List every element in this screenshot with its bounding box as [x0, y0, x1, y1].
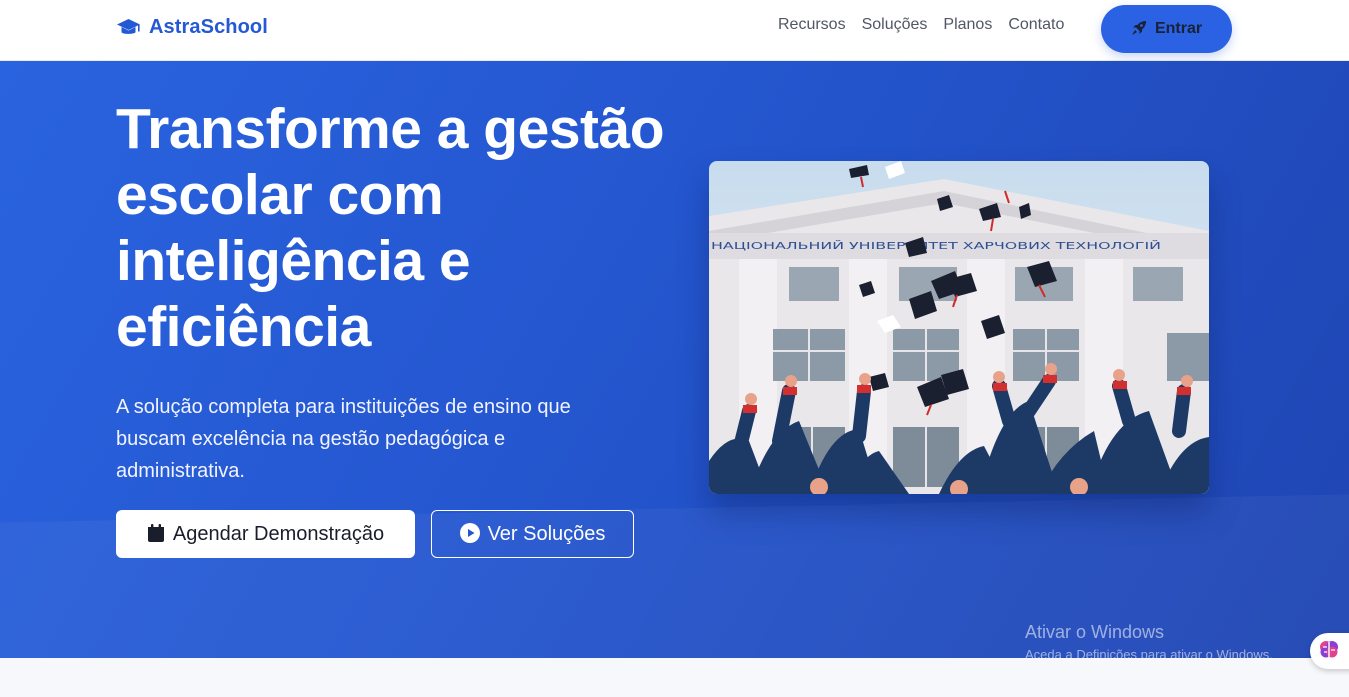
top-navbar: AstraSchool Recursos Soluções Planos Con… — [0, 0, 1349, 61]
schedule-demo-button[interactable]: Agendar Demonstração — [116, 510, 415, 558]
nav-link-planos[interactable]: Planos — [943, 16, 992, 34]
assistant-widget-button[interactable] — [1310, 633, 1349, 669]
hero-subtitle: A solução completa para instituições de … — [116, 396, 571, 482]
hero-title: Transforme a gestão escolar com inteligê… — [116, 97, 665, 359]
watermark-subtitle: Aceda a Definições para ativar o Windows… — [1025, 647, 1273, 658]
calendar-icon — [147, 523, 165, 546]
graduation-photo: НАЦІОНАЛЬНИЙ УНІВЕРСИТЕТ ХАРЧОВИХ ТЕХНОЛ… — [709, 161, 1209, 494]
brain-icon — [1318, 638, 1340, 665]
view-solutions-button[interactable]: Ver Soluções — [431, 510, 634, 558]
windows-activation-watermark: Ativar o Windows Aceda a Definições para… — [1025, 622, 1273, 658]
play-circle-icon — [459, 522, 480, 546]
watermark-title: Ativar o Windows — [1025, 622, 1165, 642]
login-button[interactable]: Entrar — [1101, 5, 1232, 53]
graduation-cap-icon — [116, 17, 141, 39]
view-solutions-label: Ver Soluções — [487, 522, 606, 545]
brand-logo[interactable]: AstraSchool — [116, 16, 268, 39]
next-section-start — [0, 658, 1349, 697]
main-nav: Recursos Soluções Planos Contato — [778, 16, 1064, 34]
nav-link-contato[interactable]: Contato — [1008, 16, 1064, 34]
rocket-icon — [1131, 20, 1147, 39]
login-button-label: Entrar — [1154, 20, 1203, 37]
schedule-demo-label: Agendar Demonstração — [172, 522, 385, 545]
building-inscription: НАЦІОНАЛЬНИЙ УНІВЕРСИТЕТ ХАРЧОВИХ ТЕХНОЛ… — [711, 239, 1161, 252]
nav-link-solucoes[interactable]: Soluções — [862, 16, 928, 34]
nav-link-recursos[interactable]: Recursos — [778, 16, 846, 34]
hero-section: Transforme a gestão escolar com inteligê… — [0, 61, 1349, 658]
brand-name: AstraSchool — [149, 16, 268, 38]
